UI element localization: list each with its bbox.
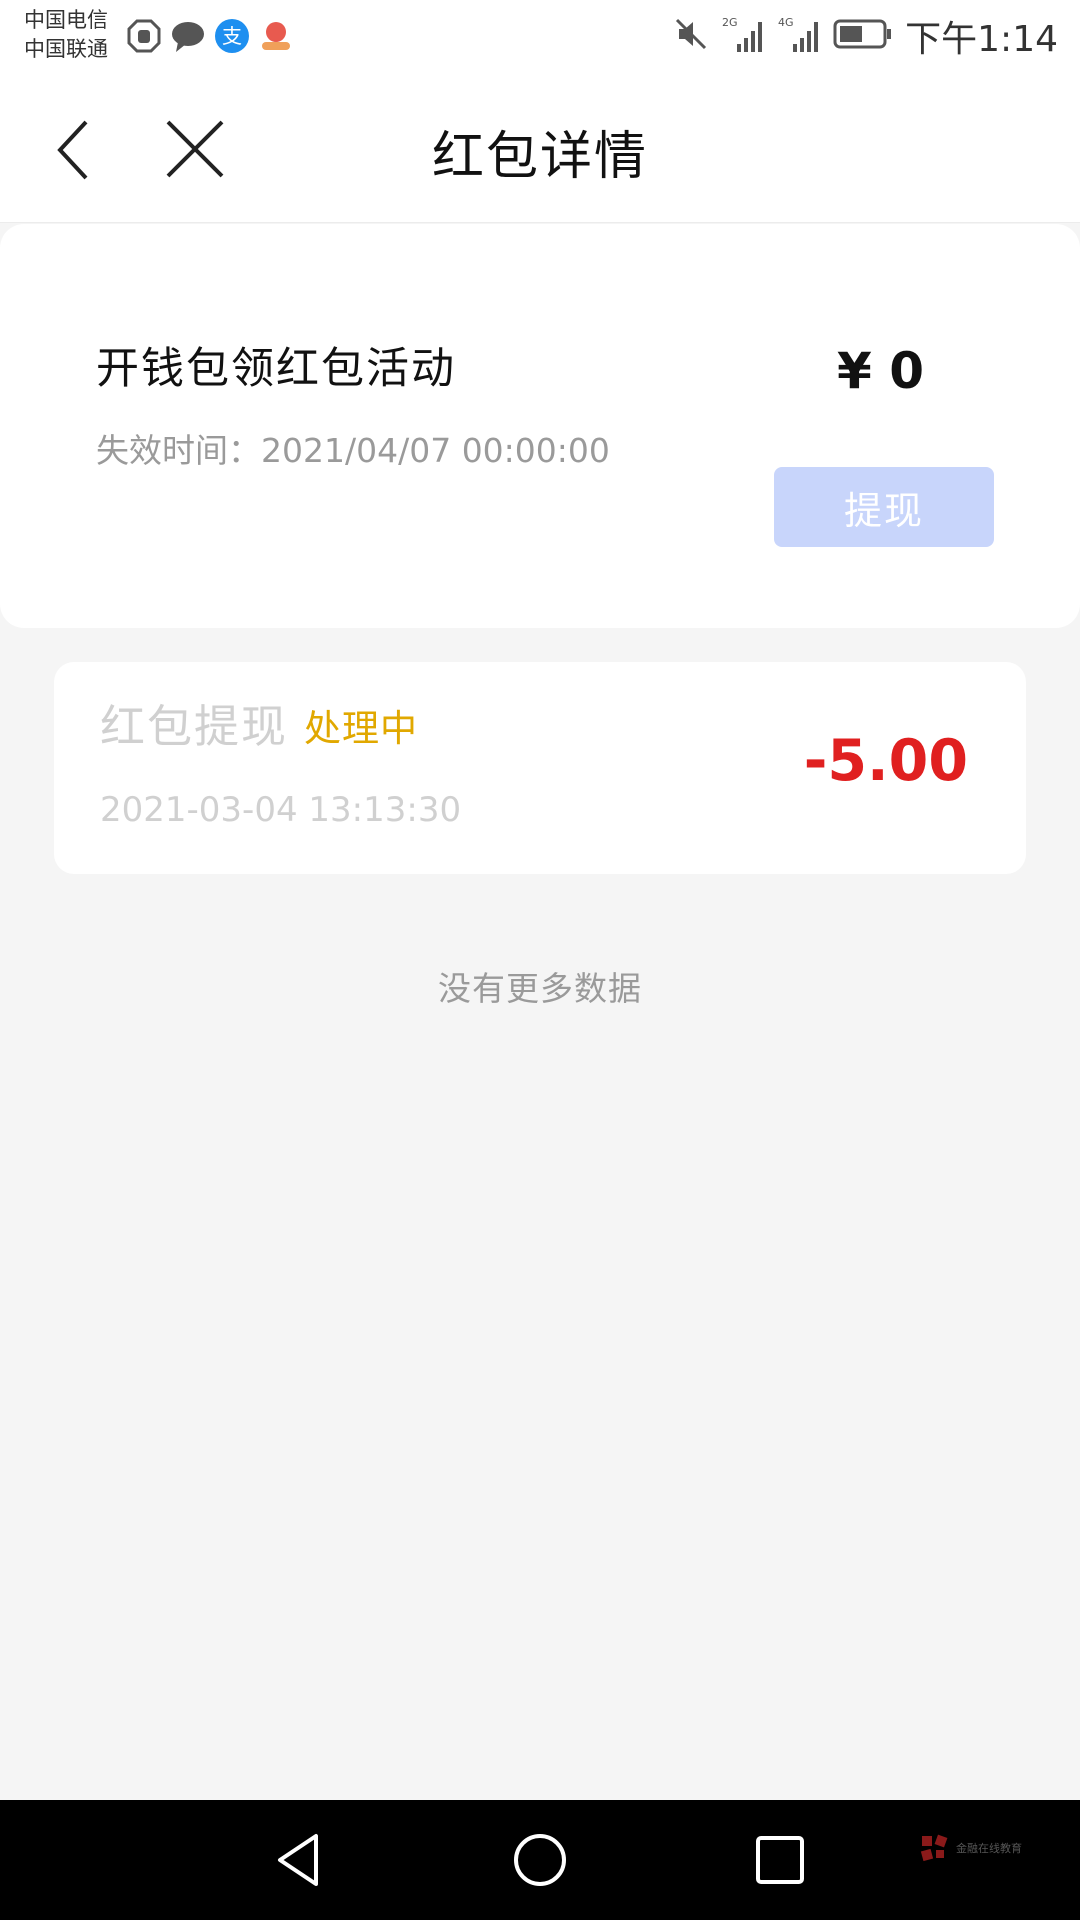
watermark-text: 金融在线教育 [956,1842,1022,1855]
balance-amount: ¥ 0 [837,342,924,400]
signal-2g-icon: 2G [721,14,765,58]
record-title: 红包提现 [100,700,289,753]
watermark-logo-icon [920,1834,948,1862]
notification-icons: 支 [126,18,294,54]
expire-line: 失效时间：2021/04/07 00:00:00 [96,424,610,472]
activity-title: 开钱包领红包活动 [96,344,456,394]
carrier-1-label: 中国电信 [24,8,108,32]
app-header: 红包详情 [0,72,1080,223]
battery-icon [833,19,893,53]
carrier-info: 中国电信 中国联通 [24,6,108,64]
block-icon [126,18,162,54]
square-recents-icon [756,1836,804,1884]
status-bar: 中国电信 中国联通 支 2G 4G 下午1:14 [0,0,1080,72]
system-nav-bar: 金融在线教育 [0,1800,1080,1920]
nav-home-button[interactable] [510,1830,570,1890]
clock: 下午1:14 [905,19,1058,60]
alipay-icon: 支 [214,18,250,54]
screen: 中国电信 中国联通 支 2G 4G 下午1:14 红包详情 开钱包领红包活动 失… [0,0,1080,1920]
record-amount: -5.00 [803,728,968,794]
signal-4g-icon: 4G [777,14,821,58]
expire-label: 失效时间： [96,431,261,470]
record-time: 2021-03-04 13:13:30 [100,790,462,830]
status-badge: 处理中 [304,707,418,750]
nav-back-button[interactable] [270,1830,330,1890]
carrier-2-label: 中国联通 [24,37,108,61]
no-more-data-text: 没有更多数据 [438,969,642,1008]
expire-time: 2021/04/07 00:00:00 [261,431,610,470]
network-2-label: 4G [778,16,794,29]
page-title: 红包详情 [431,127,648,187]
svg-text:支: 支 [222,24,242,48]
red-packet-summary-card: 开钱包领红包活动 失效时间：2021/04/07 00:00:00 ¥ 0 提现 [0,224,1080,628]
triangle-back-icon [278,1834,318,1886]
list-item: 红包提现 处理中 2021-03-04 13:13:30 -5.00 [54,662,1026,874]
circle-home-icon [514,1834,566,1886]
watermark: 金融在线教育 [918,1832,1022,1864]
withdraw-button[interactable]: 提现 [774,467,994,547]
nav-recents-button[interactable] [750,1830,810,1890]
mute-icon [673,16,709,56]
status-right: 2G 4G 下午1:14 [673,12,1058,60]
network-1-label: 2G [722,16,738,29]
chat-bubble-icon [170,18,206,54]
app-badge-icon [258,18,294,54]
